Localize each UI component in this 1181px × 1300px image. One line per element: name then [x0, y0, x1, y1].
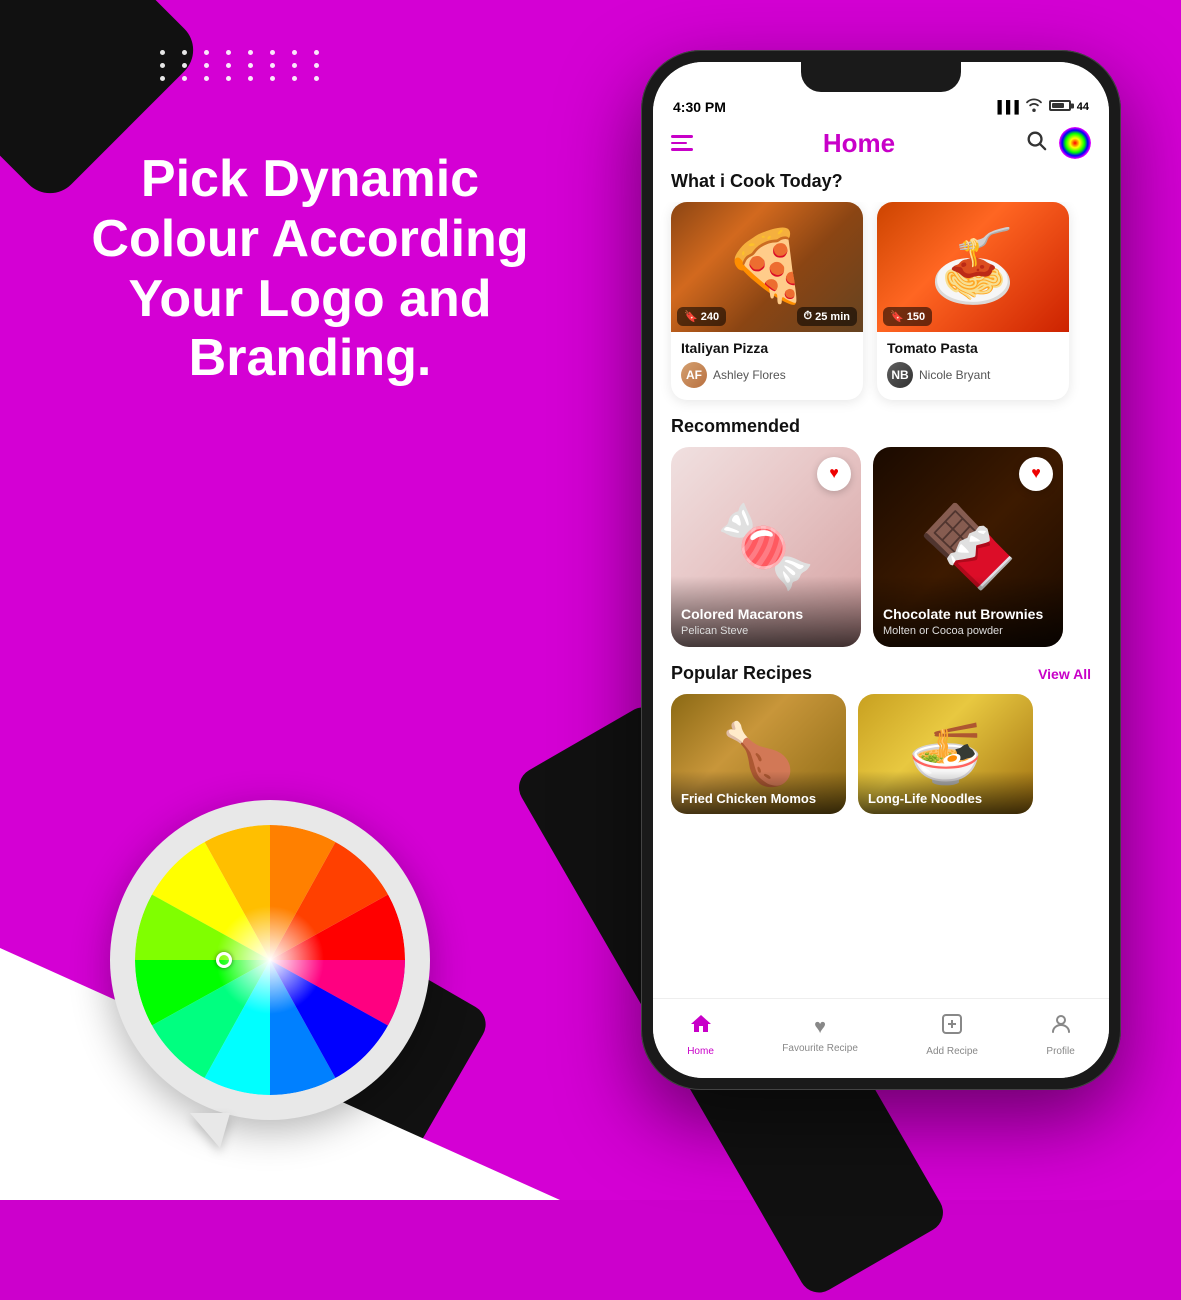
brownies-heart[interactable]: ♥	[1019, 457, 1053, 491]
pizza-time: ⏱ 25 min	[797, 307, 857, 326]
hamburger-line-2	[671, 142, 687, 145]
pasta-name: Tomato Pasta	[887, 340, 1059, 356]
popular-card-chicken[interactable]: Fried Chicken Momos	[671, 694, 846, 814]
pizza-author-row: AF Ashley Flores	[681, 362, 853, 388]
app-title: Home	[823, 128, 895, 159]
ashley-name: Ashley Flores	[713, 368, 786, 382]
home-label: Home	[687, 1046, 714, 1057]
recommended-row: ♥ Colored Macarons Pelican Steve ♥ Choco…	[653, 447, 1109, 663]
hamburger-menu-button[interactable]	[671, 135, 693, 151]
popular-title: Popular Recipes	[671, 663, 812, 684]
battery-container	[1049, 99, 1071, 114]
pizza-info: Italiyan Pizza AF Ashley Flores	[671, 332, 863, 400]
search-button[interactable]	[1025, 129, 1047, 157]
pasta-author-row: NB Nicole Bryant	[887, 362, 1059, 388]
nicole-avatar: NB	[887, 362, 913, 388]
recipe-card-pasta[interactable]: 🔖 150 Tomato Pasta NB Nicole Bryant	[877, 202, 1069, 400]
what-i-cook-title: What i Cook Today?	[653, 171, 1109, 202]
popular-card-noodles[interactable]: Long-Life Noodles	[858, 694, 1033, 814]
color-palette-button[interactable]	[1059, 127, 1091, 159]
nav-favourite[interactable]: ♥ Favourite Recipe	[782, 1016, 858, 1054]
noodles-label: Long-Life Noodles	[858, 771, 1033, 814]
heart-icon: ♥	[814, 1016, 826, 1039]
profile-icon	[1049, 1012, 1073, 1042]
main-headline: Pick Dynamic Colour According Your Logo …	[60, 150, 560, 389]
pizza-image: 🔖 240 ⏱ 25 min	[671, 202, 863, 332]
nav-profile[interactable]: Profile	[1046, 1012, 1074, 1057]
brownies-sub: Molten or Cocoa powder	[883, 625, 1053, 637]
macarons-info: Colored Macarons Pelican Steve	[671, 576, 861, 647]
popular-section-header: Popular Recipes View All	[653, 663, 1109, 694]
favourite-label: Favourite Recipe	[782, 1043, 858, 1054]
nav-add-recipe[interactable]: Add Recipe	[926, 1012, 978, 1057]
ashley-avatar: AF	[681, 362, 707, 388]
plus-square-icon	[940, 1012, 964, 1042]
clock-icon: ⏱	[804, 310, 813, 323]
pizza-stats: 🔖 240 ⏱ 25 min	[677, 307, 857, 326]
pizza-name: Italiyan Pizza	[681, 340, 853, 356]
recipe-card-pizza[interactable]: 🔖 240 ⏱ 25 min Italiyan Pizza	[671, 202, 863, 400]
brownies-title: Chocolate nut Brownies	[883, 606, 1053, 623]
app-content: Home	[653, 119, 1109, 1065]
hamburger-line-1	[671, 135, 693, 138]
bookmark-icon: 🔖	[684, 310, 698, 323]
macarons-sub: Pelican Steve	[681, 625, 851, 637]
bookmark-icon-2: 🔖	[890, 310, 904, 323]
hamburger-line-3	[671, 148, 693, 151]
header-actions	[1025, 127, 1091, 159]
nicole-name: Nicole Bryant	[919, 368, 990, 382]
macarons-title: Colored Macarons	[681, 606, 851, 623]
bottom-nav: Home ♥ Favourite Recipe Add Recipe	[653, 998, 1109, 1078]
status-time: 4:30 PM	[673, 99, 726, 115]
battery-level: 44	[1077, 101, 1089, 113]
phone-outer: 4:30 PM ▐▐▐ 44	[641, 50, 1121, 1090]
home-icon	[689, 1012, 713, 1042]
color-wheel-container	[110, 800, 440, 1150]
wifi-icon	[1025, 98, 1043, 115]
pasta-calories: 🔖 150	[883, 307, 932, 326]
dots-pattern	[160, 50, 328, 81]
phone-mockup: 4:30 PM ▐▐▐ 44	[641, 50, 1141, 1150]
left-panel: Pick Dynamic Colour According Your Logo …	[60, 150, 560, 389]
popular-row: Fried Chicken Momos Long-Life Noodles	[653, 694, 1109, 814]
pasta-image: 🔖 150	[877, 202, 1069, 332]
profile-label: Profile	[1046, 1046, 1074, 1057]
view-all-button[interactable]: View All	[1038, 666, 1091, 682]
what-i-cook-row: 🔖 240 ⏱ 25 min Italiyan Pizza	[653, 202, 1109, 416]
add-recipe-label: Add Recipe	[926, 1046, 978, 1057]
color-wheel	[135, 825, 405, 1095]
brownies-info: Chocolate nut Brownies Molten or Cocoa p…	[873, 576, 1063, 647]
phone-notch	[801, 62, 961, 92]
recommended-title: Recommended	[653, 416, 1109, 447]
color-wheel-bubble	[110, 800, 430, 1120]
rec-card-brownies[interactable]: ♥ Chocolate nut Brownies Molten or Cocoa…	[873, 447, 1063, 647]
chicken-label: Fried Chicken Momos	[671, 771, 846, 814]
nav-home[interactable]: Home	[687, 1012, 714, 1057]
pasta-info: Tomato Pasta NB Nicole Bryant	[877, 332, 1069, 400]
status-icons: ▐▐▐ 44	[993, 98, 1089, 115]
pasta-stats: 🔖 150	[883, 307, 1063, 326]
color-wheel-selector[interactable]	[216, 952, 232, 968]
pizza-calories: 🔖 240	[677, 307, 726, 326]
app-header: Home	[653, 119, 1109, 171]
signal-icon: ▐▐▐	[993, 100, 1019, 114]
macarons-heart[interactable]: ♥	[817, 457, 851, 491]
phone-inner: 4:30 PM ▐▐▐ 44	[653, 62, 1109, 1078]
rec-card-macarons[interactable]: ♥ Colored Macarons Pelican Steve	[671, 447, 861, 647]
